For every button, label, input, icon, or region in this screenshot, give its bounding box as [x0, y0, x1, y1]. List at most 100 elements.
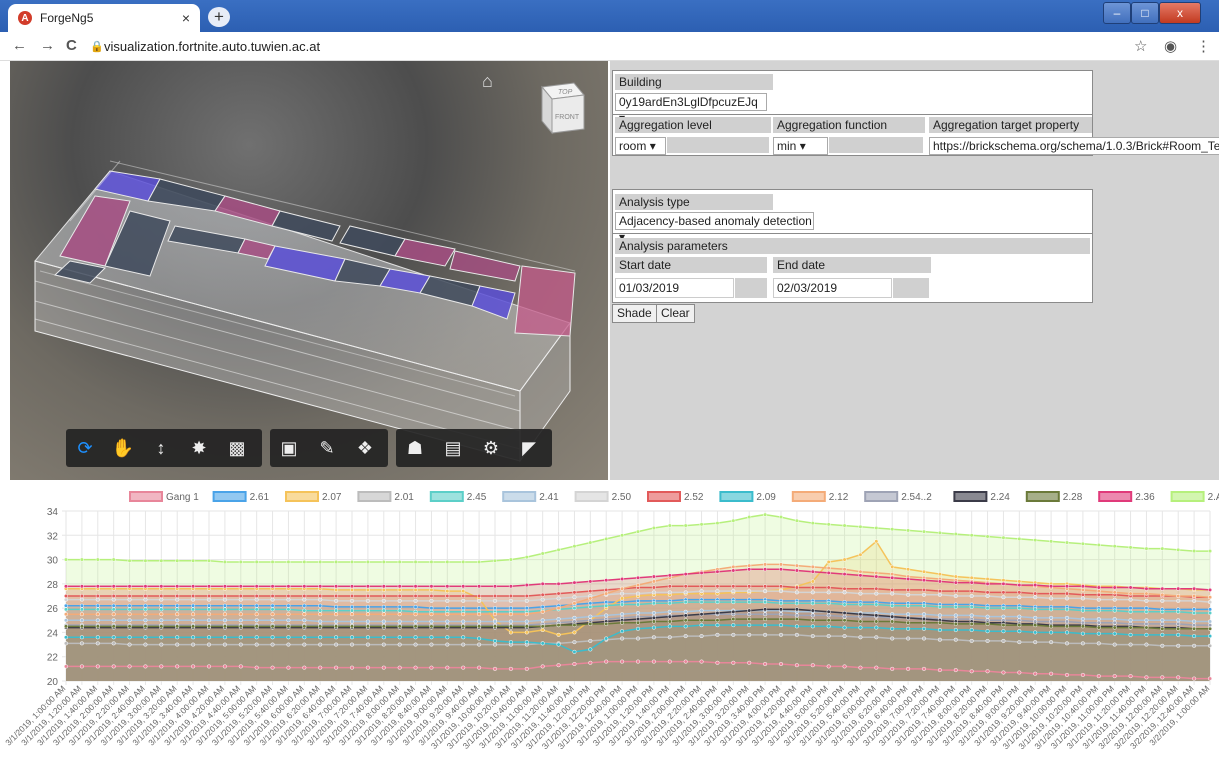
data-point: [429, 593, 434, 599]
camera-icon[interactable]: ▩: [218, 429, 256, 467]
settings-icon[interactable]: ⚙: [472, 429, 510, 467]
close-window-button[interactable]: x: [1159, 2, 1201, 24]
data-point: [731, 584, 736, 589]
data-point: [1112, 597, 1117, 602]
lock-icon: 🔒: [90, 41, 104, 53]
data-point: [1192, 643, 1197, 648]
properties-icon[interactable]: ▤: [434, 429, 472, 467]
data-point: [461, 593, 466, 599]
data-point: [1128, 545, 1133, 550]
data-point: [1033, 640, 1038, 645]
data-point: [349, 608, 355, 613]
data-point: [699, 623, 704, 628]
back-button[interactable]: ←: [12, 37, 27, 54]
end-date-input[interactable]: 02/03/2019: [773, 278, 892, 298]
analysis-type-select[interactable]: Adjacency-based anomaly detection ▾: [615, 212, 814, 244]
data-point: [1128, 642, 1133, 647]
aggregation-level-select[interactable]: room ▾: [615, 137, 666, 155]
data-point: [667, 573, 672, 578]
clear-button[interactable]: Clear: [656, 304, 695, 323]
data-point: [572, 606, 577, 611]
data-point: [381, 612, 386, 617]
data-point: [381, 604, 386, 609]
legend-label: 2.50: [612, 492, 632, 503]
data-point: [1160, 592, 1165, 597]
viewcube[interactable]: TOP FRONT: [528, 81, 586, 139]
data-point: [79, 603, 84, 608]
data-point: [794, 663, 799, 668]
data-point: [286, 603, 291, 608]
data-point: [477, 612, 482, 617]
data-point: [254, 584, 259, 589]
data-point: [477, 636, 482, 641]
data-point: [397, 635, 402, 640]
data-point: [651, 635, 656, 640]
building-model[interactable]: [10, 61, 608, 480]
data-point: [635, 529, 641, 534]
data-point: [540, 597, 545, 602]
data-point: [461, 665, 466, 670]
forward-button[interactable]: →: [40, 37, 55, 54]
data-point: [95, 618, 100, 623]
data-point: [143, 635, 148, 640]
data-point: [175, 603, 180, 608]
measure-icon[interactable]: ✎: [308, 429, 346, 467]
browser-tab[interactable]: A ForgeNg5 ×: [8, 4, 200, 32]
data-point: [1160, 632, 1165, 637]
data-point: [175, 597, 180, 602]
bookmark-star-icon[interactable]: ☆: [1134, 37, 1147, 55]
zoom-icon[interactable]: ↕: [142, 429, 180, 467]
start-date-input[interactable]: 01/03/2019: [615, 278, 734, 298]
data-point: [1176, 621, 1181, 626]
data-point: [508, 624, 513, 629]
data-point: [794, 632, 799, 637]
building-select[interactable]: 0y19ardEn3LglDfpcuzEJq ▾: [615, 93, 767, 125]
data-point: [1033, 630, 1038, 635]
data-point: [286, 624, 291, 629]
orbit-icon[interactable]: ⟳: [66, 429, 104, 467]
data-point: [413, 587, 418, 592]
data-point: [1001, 581, 1006, 586]
aggregation-target-input[interactable]: https://brickschema.org/schema/1.0.3/Bri…: [929, 137, 1219, 155]
data-point: [127, 642, 132, 647]
shade-button[interactable]: Shade: [612, 304, 657, 323]
data-point: [1049, 591, 1054, 596]
profile-icon[interactable]: ◉: [1164, 37, 1177, 55]
data-point: [206, 635, 212, 640]
explode-icon[interactable]: ❖: [346, 429, 384, 467]
new-tab-button[interactable]: +: [208, 7, 230, 27]
minimize-button[interactable]: –: [1103, 2, 1131, 24]
data-point: [635, 617, 641, 622]
reload-button[interactable]: C: [66, 37, 77, 54]
data-point: [318, 597, 323, 602]
first-person-icon[interactable]: ✸: [180, 429, 218, 467]
model-viewer[interactable]: ⌂ TOP FRONT ⟳ ✋ ↕ ✸ ▩ ▣ ✎ ❖ ☗ ▤ ⚙ ◤: [10, 61, 608, 480]
data-point: [222, 607, 227, 612]
address-bar[interactable]: visualization.fortnite.auto.tuwien.ac.at: [104, 39, 320, 54]
data-point: [79, 593, 84, 599]
pan-icon[interactable]: ✋: [104, 429, 142, 467]
section-icon[interactable]: ▣: [270, 429, 308, 467]
data-point: [572, 640, 577, 645]
data-point: [763, 584, 768, 589]
aggregation-level-value: room: [619, 139, 647, 153]
data-point: [1160, 626, 1165, 631]
data-point: [794, 617, 799, 622]
home-icon[interactable]: ⌂: [482, 71, 493, 92]
maximize-button[interactable]: □: [1131, 2, 1159, 24]
fullscreen-icon[interactable]: ◤: [510, 429, 548, 467]
data-point: [1207, 676, 1213, 681]
data-point: [540, 624, 545, 629]
data-point: [302, 603, 307, 608]
data-point: [858, 586, 863, 591]
legend-label: 2.54..2: [901, 492, 932, 503]
menu-kebab-icon[interactable]: ⋮: [1196, 37, 1211, 55]
model-browser-icon[interactable]: ☗: [396, 429, 434, 467]
data-point: [1096, 592, 1101, 597]
data-point: [667, 609, 672, 614]
tab-close-icon[interactable]: ×: [182, 10, 190, 26]
aggregation-function-select[interactable]: min ▾: [773, 137, 828, 155]
data-point: [651, 615, 656, 620]
data-point: [302, 618, 307, 623]
data-point: [604, 659, 609, 664]
